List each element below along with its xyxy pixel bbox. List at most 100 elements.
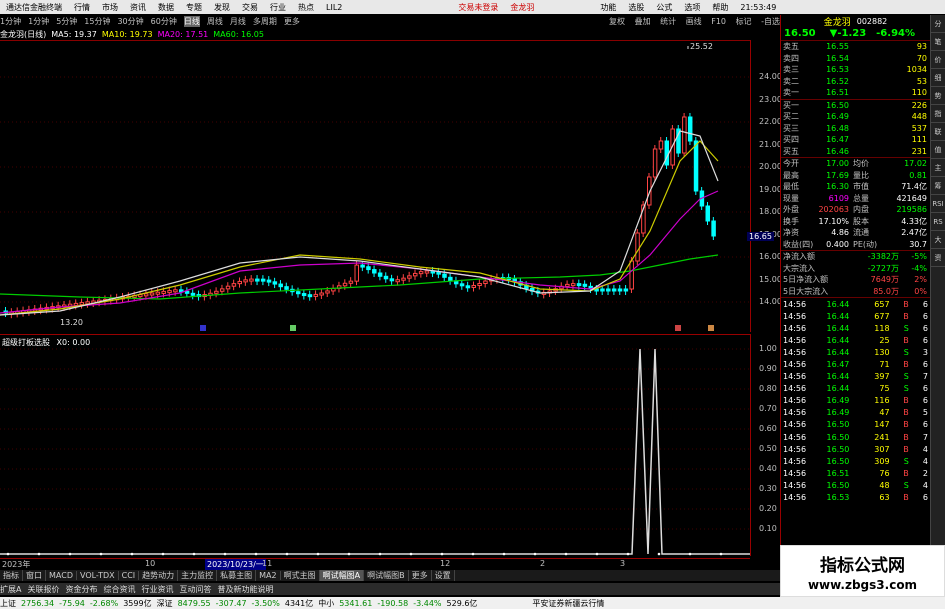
period-tab[interactable]: 更多 bbox=[284, 16, 300, 27]
event-marker[interactable] bbox=[200, 325, 206, 331]
index-pct: -3.44% bbox=[413, 598, 442, 608]
menu-item[interactable]: 专题 bbox=[186, 2, 202, 13]
tick-row: 14:56 16.44 657 B 6 bbox=[781, 298, 930, 310]
bottom-tab[interactable]: 啊式主图 bbox=[281, 570, 320, 581]
event-marker[interactable] bbox=[675, 325, 681, 331]
menu-item[interactable]: 发现 bbox=[214, 2, 230, 13]
side-tab[interactable]: 联 bbox=[931, 123, 945, 141]
sub-tab[interactable]: 扩展A bbox=[0, 584, 21, 595]
tick-time: 14:56 bbox=[783, 468, 807, 478]
period-tab[interactable]: 30分钟 bbox=[117, 16, 143, 27]
sub-tab[interactable]: 互动问答 bbox=[179, 584, 211, 595]
bottom-tab[interactable]: MACD bbox=[46, 571, 77, 580]
side-tab[interactable]: 资 bbox=[931, 249, 945, 267]
bottom-tab[interactable]: 私募主图 bbox=[217, 570, 257, 581]
menu-item[interactable]: 市场 bbox=[102, 2, 118, 13]
ask-price: 16.52 bbox=[826, 76, 849, 86]
bottom-tab[interactable]: 趋势动力 bbox=[139, 570, 179, 581]
bottom-tab[interactable]: 啊试幅图A bbox=[319, 570, 365, 581]
menu-item[interactable]: 帮助 bbox=[712, 2, 728, 13]
period-tab[interactable]: 1分钟 bbox=[0, 16, 21, 27]
y-tick: 0.70 bbox=[759, 404, 777, 413]
tool-button[interactable]: F10 bbox=[711, 17, 726, 26]
sub-tab[interactable]: 关联报价 bbox=[27, 584, 59, 595]
period-tab-daily[interactable]: 日线 bbox=[183, 15, 200, 27]
side-tab[interactable]: 主 bbox=[931, 159, 945, 177]
bottom-tab[interactable]: CCI bbox=[119, 571, 140, 580]
quote-panel: 金龙羽 002882 16.50 ▼-1.23 -6.94% 卖五 16.55 93… bbox=[780, 15, 930, 580]
period-tab[interactable]: 1分钟 bbox=[28, 16, 49, 27]
event-marker[interactable] bbox=[708, 325, 714, 331]
side-tab[interactable]: 价 bbox=[931, 51, 945, 69]
menu-item[interactable]: 行情 bbox=[74, 2, 90, 13]
bid-label: 买一 bbox=[783, 100, 799, 110]
sub-tab[interactable]: 资金分布 bbox=[65, 584, 97, 595]
candle-body bbox=[377, 272, 383, 277]
menu-item[interactable]: 行业 bbox=[270, 2, 286, 13]
menu-item[interactable]: 选项 bbox=[684, 2, 700, 13]
bottom-tab[interactable]: VOL-TDX bbox=[77, 571, 119, 580]
code-box[interactable]: LIL2 bbox=[326, 3, 342, 12]
period-tab[interactable]: 60分钟 bbox=[151, 16, 177, 27]
bottom-tab[interactable]: 啊试幅图B bbox=[364, 570, 409, 581]
tool-button[interactable]: 叠加 bbox=[635, 17, 651, 26]
bottom-tab[interactable]: 主力监控 bbox=[178, 570, 218, 581]
side-tab[interactable]: RSI bbox=[931, 195, 945, 213]
side-tab[interactable]: 指 bbox=[931, 105, 945, 123]
candle-body bbox=[658, 140, 664, 150]
bottom-tab[interactable]: 指标 bbox=[0, 570, 23, 581]
indicator-pane[interactable]: 超级打板选股 X0: 0.00 bbox=[0, 334, 750, 556]
bottom-tab[interactable]: 设置 bbox=[432, 570, 455, 581]
candle-body bbox=[617, 288, 623, 292]
sub-tab[interactable]: 行业资讯 bbox=[141, 584, 173, 595]
tool-button[interactable]: 复权 bbox=[609, 17, 625, 26]
period-tab[interactable]: 15分钟 bbox=[84, 16, 110, 27]
tick-list[interactable]: 14:56 16.44 657 B 6 14:56 16.44 677 B 6 14:56 16.44… bbox=[781, 298, 930, 504]
event-marker[interactable] bbox=[290, 325, 296, 331]
tool-button[interactable]: 画线 bbox=[686, 17, 702, 26]
axis-dot bbox=[502, 552, 506, 556]
menu-item[interactable]: 交易 bbox=[242, 2, 258, 13]
period-tab[interactable]: 多周期 bbox=[253, 16, 277, 27]
period-tab[interactable]: 5分钟 bbox=[56, 16, 77, 27]
kline-chart[interactable]: 25.52 13.20 bbox=[0, 40, 750, 332]
tool-button[interactable]: -自选 bbox=[761, 17, 780, 26]
tool-button[interactable]: 标记 bbox=[736, 17, 752, 26]
ask-label: 卖二 bbox=[783, 76, 799, 86]
watermark-url: www.zbgs3.com bbox=[807, 578, 918, 592]
menu-item[interactable]: 功能 bbox=[600, 2, 616, 13]
bid-volume: 231 bbox=[911, 146, 927, 156]
sub-tab[interactable]: 综合资讯 bbox=[103, 584, 135, 595]
stock-alert[interactable]: 金龙羽 bbox=[510, 2, 534, 13]
menu-item[interactable]: 数据 bbox=[158, 2, 174, 13]
side-tab[interactable]: 笔 bbox=[931, 33, 945, 51]
candle-body bbox=[459, 283, 465, 287]
menu-item[interactable]: 热点 bbox=[298, 2, 314, 13]
side-tab[interactable]: 值 bbox=[931, 141, 945, 159]
side-tab[interactable]: 分 bbox=[931, 15, 945, 33]
menu-item[interactable]: 选股 bbox=[628, 2, 644, 13]
candle-body bbox=[570, 283, 576, 287]
period-tab[interactable]: 月线 bbox=[230, 16, 246, 27]
index-amount: 529.6亿 bbox=[446, 598, 478, 608]
sub-tab[interactable]: 普及新功能说明 bbox=[217, 584, 273, 595]
bid-label: 买二 bbox=[783, 112, 799, 122]
axis-dot bbox=[688, 552, 692, 556]
tick-price: 16.49 bbox=[826, 396, 850, 406]
tool-button[interactable]: 统计 bbox=[660, 17, 676, 26]
side-tab[interactable]: RS bbox=[931, 213, 945, 231]
bottom-tab[interactable]: 更多 bbox=[409, 570, 432, 581]
side-tab[interactable]: 大 bbox=[931, 231, 945, 249]
side-tab[interactable]: 势 bbox=[931, 87, 945, 105]
tick-price: 16.44 bbox=[826, 323, 850, 333]
bottom-tab[interactable]: 窗口 bbox=[23, 570, 46, 581]
login-alert[interactable]: 交易未登录 bbox=[458, 2, 498, 13]
period-tab[interactable]: 周线 bbox=[207, 16, 223, 27]
menu-item[interactable]: 公式 bbox=[656, 2, 672, 13]
bottom-tab[interactable]: MA2 bbox=[256, 571, 281, 580]
candle-body bbox=[366, 266, 371, 271]
tick-row: 14:56 16.44 130 S 3 bbox=[781, 346, 930, 358]
side-tab[interactable]: 细 bbox=[931, 69, 945, 87]
menu-item[interactable]: 资讯 bbox=[130, 2, 146, 13]
side-tab[interactable]: 筹 bbox=[931, 177, 945, 195]
